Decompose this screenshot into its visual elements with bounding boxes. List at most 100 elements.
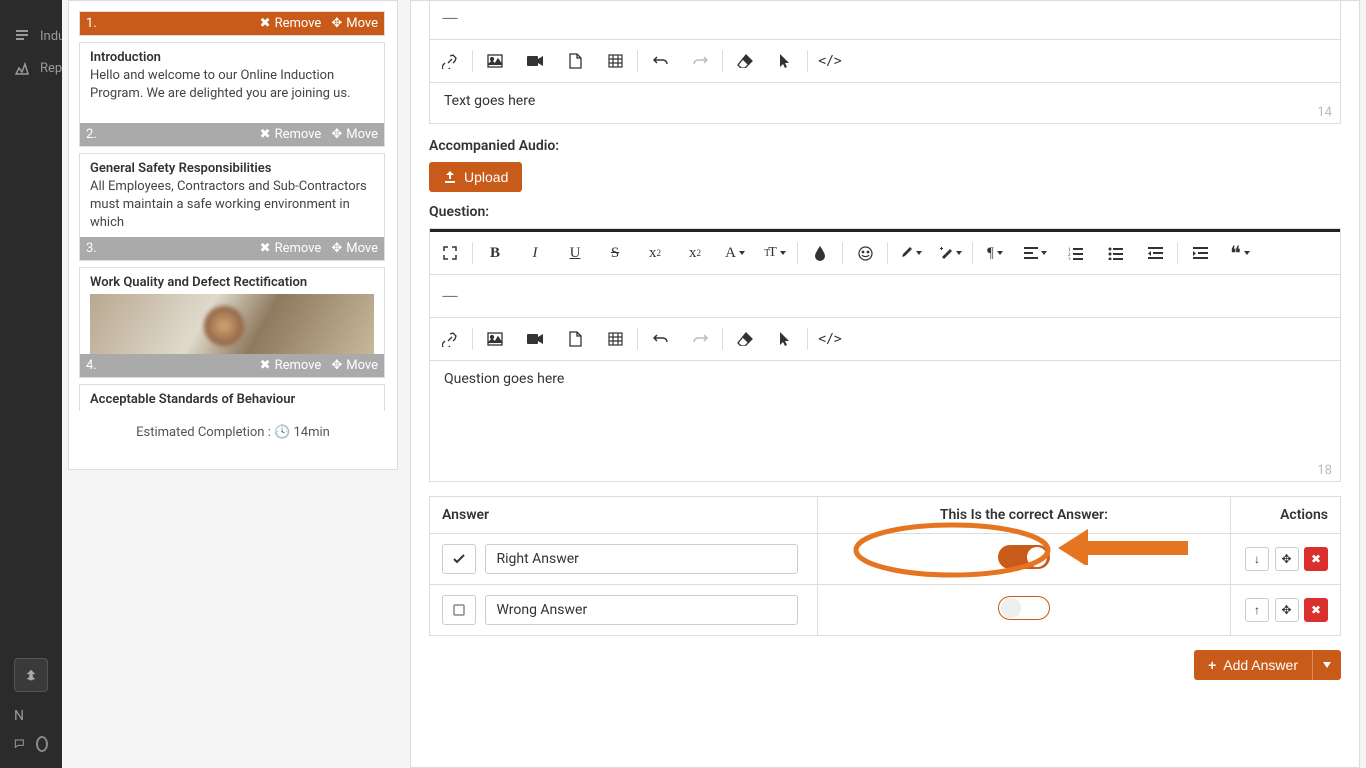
undo-icon[interactable] — [640, 322, 680, 356]
editor-toolbar-row3: </> — [430, 318, 1340, 361]
slide-bar: 3. ✖ Remove ✥ Move — [80, 237, 384, 260]
video-icon[interactable] — [515, 44, 555, 78]
move-down-button[interactable]: ↓ — [1245, 547, 1269, 571]
editor-toolbar-row2: — — [430, 275, 1340, 318]
answer-checkbox[interactable] — [442, 544, 476, 574]
move-up-button[interactable]: ↑ — [1245, 598, 1269, 622]
undo-icon[interactable] — [640, 44, 680, 78]
link-icon[interactable] — [430, 322, 470, 356]
cursor-icon[interactable] — [765, 322, 805, 356]
answer-input[interactable]: Wrong Answer — [485, 595, 798, 625]
eraser-icon[interactable] — [725, 44, 765, 78]
slide-title: General Safety Responsibilities — [90, 161, 271, 176]
code-icon[interactable]: </> — [810, 322, 850, 356]
brush-icon[interactable] — [890, 236, 930, 270]
slide-item-5[interactable]: Acceptable Standards of Behaviour — [79, 384, 385, 411]
slide-move-button[interactable]: ✥ Move — [331, 16, 378, 31]
nav-item-label: Induct — [40, 29, 62, 44]
answers-header-answer: Answer — [430, 497, 818, 534]
image-icon[interactable] — [475, 44, 515, 78]
strike-icon[interactable]: S — [595, 236, 635, 270]
bold-icon[interactable]: B — [475, 236, 515, 270]
answers-header-correct: This Is the correct Answer: — [817, 497, 1230, 534]
slide-bar: 4. ✖ Remove ✥ Move — [80, 354, 384, 377]
minus-icon[interactable]: — — [430, 1, 470, 35]
slide-list[interactable]: 1. ✖ Remove ✥ Move Introduction Hello an… — [79, 11, 387, 411]
indent-icon[interactable] — [1180, 236, 1220, 270]
code-icon[interactable]: </> — [810, 44, 850, 78]
editor-toolbar-row3: </> — [430, 40, 1340, 83]
superscript-icon[interactable]: x2 — [675, 236, 715, 270]
eraser-icon[interactable] — [725, 322, 765, 356]
answer-row: Right Answer ↓ ✥ ✖ — [430, 534, 1341, 585]
question-content-area[interactable]: Question goes here — [430, 361, 1340, 481]
ul-icon[interactable] — [1095, 236, 1135, 270]
drop-icon[interactable] — [800, 236, 840, 270]
table-icon[interactable] — [595, 44, 635, 78]
slide-item-1[interactable]: 1. ✖ Remove ✥ Move — [79, 11, 385, 36]
editor-content-area[interactable]: Text goes here — [430, 83, 1340, 123]
slide-item-3[interactable]: General Safety Responsibilities All Empl… — [79, 153, 385, 261]
nav-item-label: Repo — [40, 61, 62, 76]
slide-title: Acceptable Standards of Behaviour — [90, 392, 295, 407]
move-handle-button[interactable]: ✥ — [1275, 598, 1299, 622]
image-icon[interactable] — [475, 322, 515, 356]
word-count: 14 — [1317, 105, 1332, 120]
nav-item-induct[interactable]: Induct — [0, 20, 62, 52]
left-nav-sidebar: Induct Repo N — [0, 0, 62, 768]
plus-icon: + — [1208, 657, 1216, 673]
align-icon[interactable] — [1015, 236, 1055, 270]
chevron-down-icon — [1323, 662, 1331, 668]
underline-icon[interactable]: U — [555, 236, 595, 270]
move-handle-button[interactable]: ✥ — [1275, 547, 1299, 571]
ol-icon[interactable]: 123 — [1055, 236, 1095, 270]
slide-item-2[interactable]: Introduction Hello and welcome to our On… — [79, 42, 385, 147]
redo-icon[interactable] — [680, 322, 720, 356]
quote-icon[interactable]: ❝ — [1220, 236, 1260, 270]
nav-item-repo[interactable]: Repo — [0, 52, 62, 84]
minus-icon[interactable]: — — [430, 279, 470, 313]
fullscreen-icon[interactable] — [430, 236, 470, 270]
svg-text:3: 3 — [1068, 258, 1071, 260]
main-content[interactable]: — </> Text g — [410, 0, 1360, 768]
slide-move-button[interactable]: ✥ Move — [331, 127, 378, 142]
file-icon[interactable] — [555, 44, 595, 78]
cursor-icon[interactable] — [765, 44, 805, 78]
correct-toggle[interactable] — [998, 545, 1050, 569]
emoji-icon[interactable] — [845, 236, 885, 270]
slide-remove-button[interactable]: ✖ Remove — [260, 358, 322, 373]
upload-button[interactable]: Upload — [429, 162, 522, 192]
add-answer-button[interactable]: + Add Answer — [1194, 650, 1312, 680]
chat-icon[interactable] — [14, 736, 26, 752]
video-icon[interactable] — [515, 322, 555, 356]
answer-checkbox[interactable] — [442, 595, 476, 625]
add-answer-dropdown[interactable] — [1312, 650, 1341, 680]
delete-answer-button[interactable]: ✖ — [1304, 547, 1328, 571]
slide-number: 1. — [86, 16, 97, 31]
circle-icon[interactable] — [36, 736, 48, 752]
slide-item-4[interactable]: Work Quality and Defect Rectification 4.… — [79, 267, 385, 378]
slide-move-button[interactable]: ✥ Move — [331, 358, 378, 373]
nav-bottom-n[interactable]: N — [0, 702, 62, 730]
outdent-icon[interactable] — [1135, 236, 1175, 270]
delete-answer-button[interactable]: ✖ — [1304, 598, 1328, 622]
magic-icon[interactable] — [930, 236, 970, 270]
slide-remove-button[interactable]: ✖ Remove — [260, 127, 322, 142]
redo-icon[interactable] — [680, 44, 720, 78]
answers-header-actions: Actions — [1231, 497, 1341, 534]
slide-remove-button[interactable]: ✖ Remove — [260, 241, 322, 256]
slide-move-button[interactable]: ✥ Move — [331, 241, 378, 256]
link-icon[interactable] — [430, 44, 470, 78]
subscript-icon[interactable]: x2 — [635, 236, 675, 270]
slide-remove-button[interactable]: ✖ Remove — [260, 16, 322, 31]
correct-toggle[interactable] — [998, 596, 1050, 620]
font-family-icon[interactable]: A — [715, 236, 755, 270]
paragraph-icon[interactable]: ¶ — [975, 236, 1015, 270]
scroll-top-button[interactable] — [14, 658, 48, 692]
font-size-icon[interactable]: TT — [755, 236, 795, 270]
slide-title: Introduction — [90, 50, 161, 65]
italic-icon[interactable]: I — [515, 236, 555, 270]
table-icon[interactable] — [595, 322, 635, 356]
answer-input[interactable]: Right Answer — [485, 544, 798, 574]
file-icon[interactable] — [555, 322, 595, 356]
